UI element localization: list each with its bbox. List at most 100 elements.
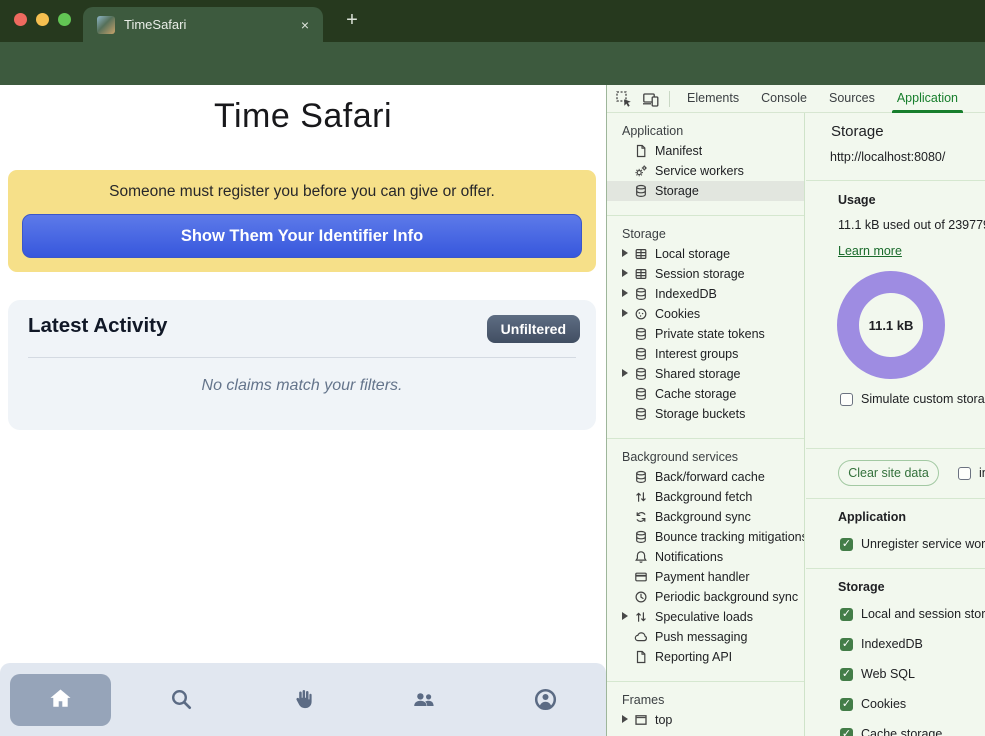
- sidebar-item-top[interactable]: top: [607, 710, 804, 730]
- sidebar-item-payment-handler[interactable]: Payment handler: [607, 567, 804, 587]
- devtools-tab-application[interactable]: Application: [886, 85, 969, 113]
- sidebar-item-label: Bounce tracking mitigations: [655, 530, 804, 544]
- sidebar-item-bounce-tracking-mitigations[interactable]: Bounce tracking mitigations: [607, 527, 804, 547]
- panel-divider: [806, 448, 985, 449]
- sidebar-item-label: Interest groups: [655, 347, 738, 361]
- minimize-window-button[interactable]: [36, 13, 49, 26]
- sidebar-item-label: Background sync: [655, 510, 751, 524]
- sidebar-item-manifest[interactable]: Manifest: [607, 141, 804, 161]
- unregister-service-workers-label: Unregister service workers: [861, 537, 985, 551]
- indexeddb-label: IndexedDB: [861, 637, 923, 651]
- sidebar-item-cookies[interactable]: Cookies: [607, 304, 804, 324]
- expand-arrow-icon[interactable]: [622, 309, 628, 317]
- sidebar-item-session-storage[interactable]: Session storage: [607, 264, 804, 284]
- sidebar-item-speculative-loads[interactable]: Speculative loads: [607, 607, 804, 627]
- browser-tab[interactable]: TimeSafari ×: [83, 7, 323, 42]
- third-party-cookies-label: including third-party cookies: [979, 466, 985, 480]
- sidebar-item-label: Shared storage: [655, 367, 740, 381]
- device-toolbar-icon[interactable]: [642, 90, 660, 108]
- storage-panel: Storage http://localhost:8080/ Usage 11.…: [806, 113, 985, 736]
- browser-toolbar: localhost:8080: [0, 42, 985, 85]
- expand-arrow-icon[interactable]: [622, 612, 628, 620]
- devtools-tab-sources[interactable]: Sources: [818, 85, 886, 113]
- sidebar-item-back-forward-cache[interactable]: Back/forward cache: [607, 467, 804, 487]
- expand-arrow-icon[interactable]: [622, 369, 628, 377]
- sidebar-item-label: Payment handler: [655, 570, 750, 584]
- indexeddb-checkbox[interactable]: ✓: [840, 638, 853, 651]
- learn-more-link[interactable]: Learn more: [838, 244, 902, 258]
- sidebar-item-local-storage[interactable]: Local storage: [607, 244, 804, 264]
- web-sql-checkbox[interactable]: ✓: [840, 668, 853, 681]
- empty-claims-message: No claims match your filters.: [8, 377, 596, 395]
- unregister-service-workers-checkbox[interactable]: ✓: [840, 538, 853, 551]
- people-icon: [411, 686, 438, 713]
- nav-item-search[interactable]: [121, 663, 242, 736]
- nav-item-hand[interactable]: [242, 663, 363, 736]
- sidebar-item-interest-groups[interactable]: Interest groups: [607, 344, 804, 364]
- expand-arrow-icon[interactable]: [622, 249, 628, 257]
- sidebar-item-periodic-background-sync[interactable]: Periodic background sync: [607, 587, 804, 607]
- document-icon: [634, 144, 648, 158]
- local-and-session-storage-checkbox[interactable]: ✓: [840, 608, 853, 621]
- devtools-tab-elements[interactable]: Elements: [676, 85, 750, 113]
- frame-icon: [634, 713, 648, 727]
- sidebar-item-label: Local storage: [655, 247, 730, 261]
- sidebar-item-cache-storage[interactable]: Cache storage: [607, 384, 804, 404]
- sidebar-item-label: Periodic background sync: [655, 590, 798, 604]
- nav-item-home[interactable]: [0, 663, 121, 736]
- clear-site-data-button[interactable]: Clear site data: [838, 460, 939, 486]
- database-icon: [634, 407, 648, 421]
- sidebar-item-label: Reporting API: [655, 650, 732, 664]
- sidebar-item-reporting-api[interactable]: Reporting API: [607, 647, 804, 667]
- third-party-cookies-checkbox[interactable]: [958, 467, 971, 480]
- sidebar-item-private-state-tokens[interactable]: Private state tokens: [607, 324, 804, 344]
- sidebar-item-background-sync[interactable]: Background sync: [607, 507, 804, 527]
- database-icon: [634, 287, 648, 301]
- sidebar-item-background-fetch[interactable]: Background fetch: [607, 487, 804, 507]
- sidebar-item-label: Service workers: [655, 164, 744, 178]
- document-icon: [634, 650, 648, 664]
- cache-storage-row: ✓ Cache storage: [840, 727, 942, 736]
- sidebar-item-service-workers[interactable]: Service workers: [607, 161, 804, 181]
- unfiltered-button[interactable]: Unfiltered: [487, 315, 580, 343]
- alert-message: Someone must register you before you can…: [8, 183, 596, 201]
- sidebar-item-label: Cookies: [655, 307, 700, 321]
- sidebar-item-label: Storage: [655, 184, 699, 198]
- sidebar-item-notifications[interactable]: Notifications: [607, 547, 804, 567]
- updown-icon: [634, 610, 648, 624]
- sidebar-item-label: Push messaging: [655, 630, 747, 644]
- simulate-quota-checkbox[interactable]: [840, 393, 853, 406]
- expand-arrow-icon[interactable]: [622, 289, 628, 297]
- sidebar-item-label: Cache storage: [655, 387, 736, 401]
- expand-arrow-icon[interactable]: [622, 715, 628, 723]
- sidebar-item-shared-storage[interactable]: Shared storage: [607, 364, 804, 384]
- database-icon: [634, 387, 648, 401]
- sidebar-item-storage[interactable]: Storage: [607, 181, 804, 201]
- bell-icon: [634, 550, 648, 564]
- sidebar-item-storage-buckets[interactable]: Storage buckets: [607, 404, 804, 424]
- inspect-element-icon[interactable]: [615, 90, 633, 108]
- show-identifier-button[interactable]: Show Them Your Identifier Info: [22, 214, 582, 258]
- devtools-tab-console[interactable]: Console: [750, 85, 818, 113]
- storage-section-heading: Storage: [838, 580, 885, 594]
- cookies-checkbox[interactable]: ✓: [840, 698, 853, 711]
- expand-arrow-icon[interactable]: [622, 269, 628, 277]
- zoom-window-button[interactable]: [58, 13, 71, 26]
- nav-item-profile[interactable]: [485, 663, 606, 736]
- sidebar-item-indexeddb[interactable]: IndexedDB: [607, 284, 804, 304]
- screen: TimeSafari × + localhost:8080 Time Safar…: [0, 0, 985, 736]
- sidebar-section-title: Frames: [607, 690, 804, 710]
- latest-activity-card: Latest Activity Unfiltered No claims mat…: [8, 300, 596, 430]
- cache-storage-checkbox[interactable]: ✓: [840, 728, 853, 736]
- database-icon: [634, 347, 648, 361]
- close-window-button[interactable]: [14, 13, 27, 26]
- nav-item-people[interactable]: [364, 663, 485, 736]
- sidebar-item-push-messaging[interactable]: Push messaging: [607, 627, 804, 647]
- cache-storage-label: Cache storage: [861, 727, 942, 736]
- devtools-tabbar: ElementsConsoleSourcesApplication ›: [607, 85, 985, 113]
- unregister-service-workers-row: ✓ Unregister service workers: [840, 537, 985, 551]
- tab-close-icon[interactable]: ×: [297, 16, 313, 34]
- new-tab-button[interactable]: +: [340, 9, 364, 33]
- cookie-icon: [634, 307, 648, 321]
- nav-active-highlight: [10, 674, 111, 726]
